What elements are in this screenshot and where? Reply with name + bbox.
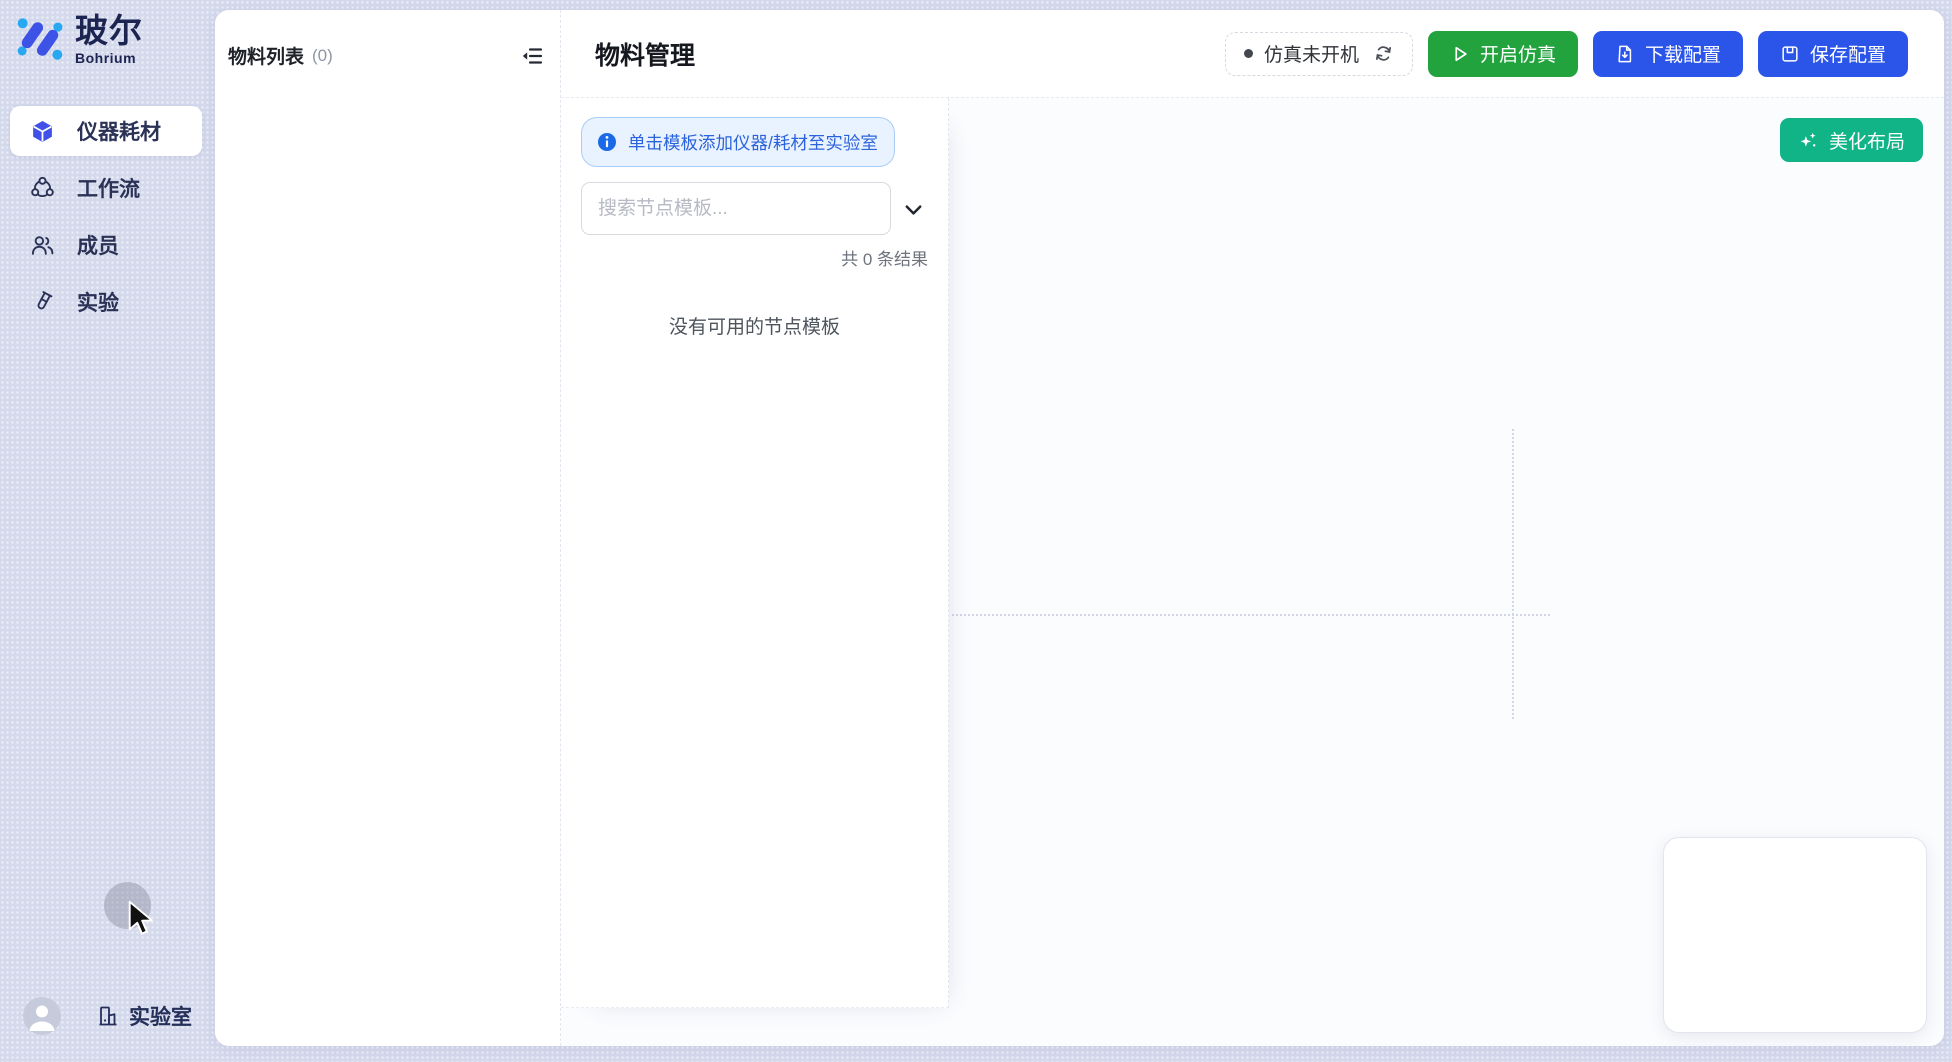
status-dot-icon [1244,49,1253,58]
template-palette-panel: 单击模板添加仪器/耗材至实验室 共 0 条结果 没有可用的节点模板 [561,98,949,1008]
beautify-layout-button[interactable]: 美化布局 [1780,118,1923,162]
download-config-button[interactable]: 下载配置 [1593,31,1743,77]
sidebar-item-experiment[interactable]: 实验 [10,277,202,327]
sidebar-item-label: 工作流 [77,173,140,203]
material-list-count: (0) [312,46,333,66]
play-icon [1450,44,1470,64]
sidebar-footer: 实验室 [23,997,192,1035]
minimap[interactable] [1663,837,1927,1033]
save-icon [1780,44,1800,64]
expand-collapse-button[interactable] [902,198,925,221]
canvas[interactable]: 单击模板添加仪器/耗材至实验室 共 0 条结果 没有可用的节点模板 [561,98,1944,1046]
mouse-cursor-icon [127,900,154,941]
start-simulation-button[interactable]: 开启仿真 [1428,31,1578,77]
members-icon [30,233,55,258]
sidebar-item-label: 仪器耗材 [77,116,161,146]
app-root: 玻尔 Bohrium 仪器耗材 工作流 [0,0,1952,1062]
search-input[interactable] [581,182,891,235]
sidebar-item-workflow[interactable]: 工作流 [10,163,202,213]
brand-logo: 玻尔 Bohrium [14,13,143,66]
status-label: 仿真未开机 [1264,40,1359,67]
experiment-icon [30,290,55,315]
sidebar-item-label: 实验 [77,287,119,317]
chevron-down-icon [902,198,925,221]
sidebar-item-members[interactable]: 成员 [10,220,202,270]
menu-fold-icon [520,44,544,68]
beautify-layout-label: 美化布局 [1829,127,1905,154]
collapse-panel-button[interactable] [520,44,544,68]
building-icon [96,1004,120,1028]
sparkles-icon [1798,130,1819,151]
start-simulation-label: 开启仿真 [1480,40,1556,67]
canvas-guide-horizontal [952,614,1550,616]
page-title: 物料管理 [595,36,695,72]
avatar[interactable] [23,997,61,1035]
refresh-icon [1373,43,1394,64]
person-icon [23,997,61,1035]
download-config-label: 下载配置 [1645,40,1721,67]
canvas-guide-vertical [1512,429,1514,719]
main-header: 物料管理 仿真未开机 [561,10,1944,98]
lab-label: 实验室 [129,1001,192,1031]
material-list-panel: 物料列表 (0) [215,10,561,1046]
workflow-icon [30,176,55,201]
hint-banner-text: 单击模板添加仪器/耗材至实验室 [628,130,878,155]
save-config-button[interactable]: 保存配置 [1758,31,1908,77]
refresh-status-button[interactable] [1373,43,1394,64]
brand-name: 玻尔 [75,13,143,49]
file-download-icon [1615,44,1635,64]
main-area: 物料管理 仿真未开机 [561,10,1944,1046]
info-icon [597,132,617,152]
bohrium-logo-icon [14,13,66,65]
hint-banner: 单击模板添加仪器/耗材至实验室 [581,117,895,167]
save-config-label: 保存配置 [1810,40,1886,67]
main-card: 物料列表 (0) 物料管理 [215,10,1944,1046]
sidebar-nav: 仪器耗材 工作流 成员 [10,106,202,334]
brand-subtitle: Bohrium [75,50,143,66]
lab-entry[interactable]: 实验室 [96,1001,192,1031]
empty-template-message: 没有可用的节点模板 [561,312,948,339]
sidebar-item-instruments[interactable]: 仪器耗材 [10,106,202,156]
sidebar-item-label: 成员 [77,230,119,260]
simulation-status-pill[interactable]: 仿真未开机 [1225,32,1413,76]
result-count: 共 0 条结果 [841,245,928,270]
material-list-title: 物料列表 [228,42,304,69]
material-list-header: 物料列表 (0) [215,10,560,69]
cube-icon [30,119,55,144]
